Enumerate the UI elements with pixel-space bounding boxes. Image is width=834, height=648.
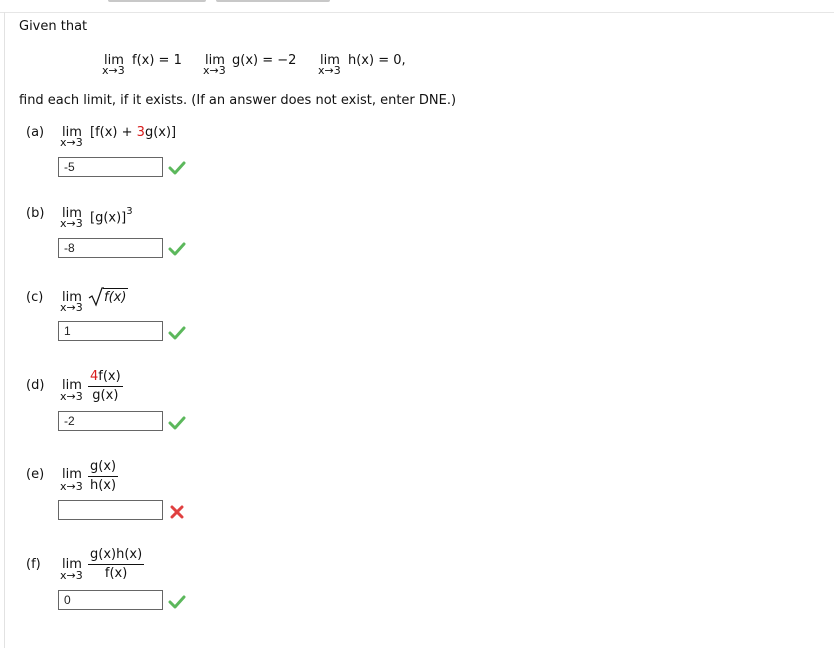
correct-check-icon	[168, 326, 186, 340]
given-g-sub: x→3	[203, 64, 226, 77]
top-bar	[0, 0, 834, 13]
part-b-label: (b)	[26, 206, 45, 221]
part-d-label: (d)	[26, 378, 45, 393]
part-c-label: (c)	[26, 290, 44, 305]
part-c-answer-input[interactable]	[58, 321, 163, 341]
part-f-sub: x→3	[60, 569, 83, 582]
part-b-answer-input[interactable]	[58, 238, 163, 258]
given-f-expr: f(x) = 1	[132, 53, 182, 68]
part-c-sub: x→3	[60, 301, 83, 314]
given-h-sub: x→3	[318, 64, 341, 77]
given-h-expr: h(x) = 0,	[348, 53, 406, 68]
part-b-expr: [g(x)]3	[90, 206, 133, 226]
part-a-answer-input[interactable]	[58, 157, 163, 177]
part-a-expr: [f(x) + 3g(x)]	[90, 125, 177, 140]
sqrt-icon	[88, 287, 104, 307]
given-that-text: Given that	[19, 19, 88, 34]
part-d-sub: x→3	[60, 390, 83, 403]
part-e-fraction: g(x) h(x)	[88, 459, 119, 493]
part-e-answer-input[interactable]	[58, 500, 163, 520]
correct-check-icon	[168, 416, 186, 430]
part-f-label: (f)	[26, 557, 41, 572]
left-border	[4, 12, 5, 648]
part-a-label: (a)	[26, 125, 45, 140]
correct-check-icon	[168, 595, 186, 609]
part-b-sub: x→3	[60, 217, 83, 230]
correct-check-icon	[168, 161, 186, 175]
part-a-sub: x→3	[60, 136, 83, 149]
part-c-radicand: f(x)	[104, 290, 127, 305]
incorrect-x-icon	[170, 505, 184, 519]
tab-stub-1[interactable]	[108, 0, 206, 2]
given-g-expr: g(x) = −2	[232, 53, 297, 68]
correct-check-icon	[168, 242, 186, 256]
part-f-fraction: g(x)h(x) f(x)	[88, 547, 145, 581]
tab-stub-2[interactable]	[216, 0, 330, 2]
part-e-sub: x→3	[60, 480, 83, 493]
part-f-answer-input[interactable]	[58, 590, 163, 610]
part-d-fraction: 4f(x) g(x)	[88, 369, 123, 403]
part-d-answer-input[interactable]	[58, 411, 163, 431]
sqrt-overline	[103, 288, 128, 289]
given-f-sub: x→3	[102, 64, 125, 77]
instructions-text: find each limit, if it exists. (If an an…	[19, 93, 457, 108]
part-e-label: (e)	[26, 467, 45, 482]
